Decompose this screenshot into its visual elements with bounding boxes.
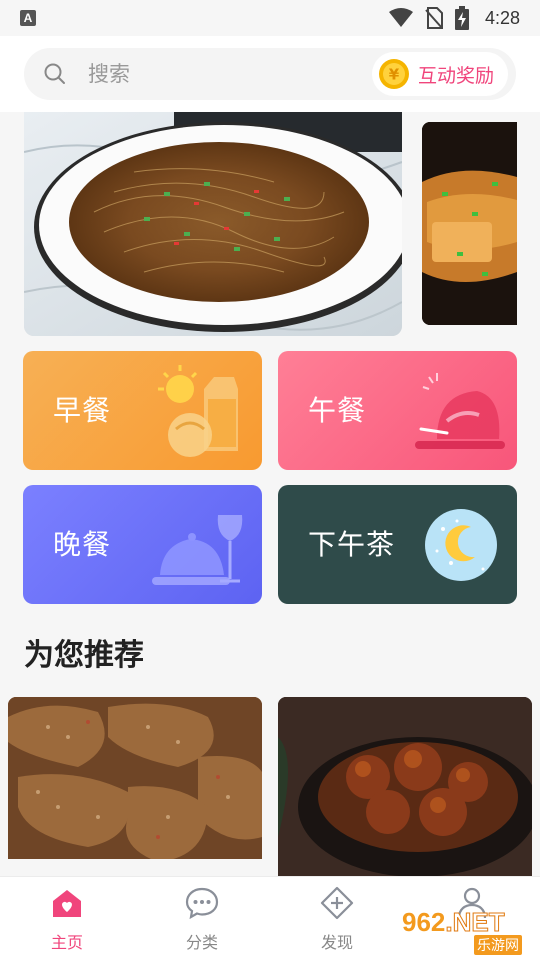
no-sim-icon [425,7,443,29]
watermark-logo-suffix: .NET [445,907,505,938]
wifi-icon [388,8,413,27]
fried-pork-image [8,697,262,877]
battery-charging-icon [454,6,469,30]
watermark-sub-text: 乐游网 [474,935,522,955]
braised-meat-image [278,697,532,877]
status-left: A [20,10,36,26]
search-bar[interactable]: ¥ 互动奖励 [24,48,516,100]
status-time: 4:28 [484,7,520,28]
category-breakfast-card[interactable]: 早餐 [23,351,262,470]
category-afternoon-tea-label: 下午茶 [308,528,396,561]
recommend-section-title: 为您推荐 [24,638,144,673]
vermicelli-dish-image [24,112,402,336]
tab-discover[interactable]: 发现 [287,885,387,955]
tab-home[interactable]: 主页 [17,885,117,955]
tofu-dish-image [422,122,517,325]
tab-home-label: 主页 [50,933,83,952]
watermark-logo-num: 962 [402,907,446,937]
afternoon-tea-illustration-icon [425,509,497,581]
category-dinner-card[interactable]: 晚餐 [23,485,262,604]
dinner-illustration-icon [152,515,243,585]
category-afternoon-tea-card[interactable]: 下午茶 [278,485,517,604]
tab-discover-label: 发现 [320,933,353,952]
category-lunch-label: 午餐 [308,394,367,427]
category-breakfast-label: 早餐 [53,394,112,427]
home-icon [53,890,81,917]
banner-tofu-dish[interactable] [422,122,517,325]
category-lunch-card[interactable]: 午餐 [278,351,517,470]
recommend-item-fried-pork[interactable] [8,697,262,877]
site-watermark-logo: 962.NET 乐游网 [400,905,534,955]
coin-glyph: ¥ [389,66,400,84]
search-icon [44,63,65,84]
breakfast-illustration-icon [158,365,238,457]
watermark-logo-text: 962.NET [402,907,505,938]
reward-label: 互动奖励 [417,64,494,87]
coin-icon: ¥ [378,59,409,89]
app-notification-icon: A [20,10,36,26]
recommend-item-braised-meat[interactable] [278,697,532,877]
compass-icon [320,886,354,920]
interactive-reward-button[interactable]: ¥ 互动奖励 [371,52,508,96]
status-bar: A 4:28 [0,0,540,36]
tab-category[interactable]: 分类 [152,885,252,955]
status-right: 4:28 [388,6,520,30]
search-input[interactable] [88,58,288,90]
chat-bubble-icon [185,887,219,920]
lunch-illustration-icon [415,373,505,449]
search-header: ¥ 互动奖励 [0,36,540,112]
category-dinner-label: 晚餐 [53,528,112,561]
tab-category-label: 分类 [185,933,218,952]
banner-vermicelli-dish[interactable] [24,112,402,336]
